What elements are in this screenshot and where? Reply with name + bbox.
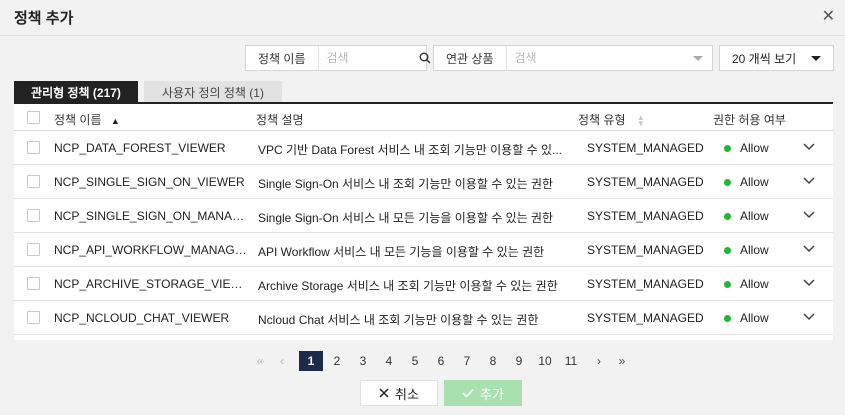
sort-asc-icon: ▲ <box>110 116 120 126</box>
expand-chevron-icon[interactable] <box>801 240 817 256</box>
column-header-name-label: 정책 이름 <box>54 113 102 127</box>
policy-type: SYSTEM_MANAGED <box>587 243 704 257</box>
table-row[interactable]: NCP_DATA_FOREST_VIEWER VPC 기반 Data Fores… <box>14 131 833 165</box>
policy-type: SYSTEM_MANAGED <box>587 175 704 189</box>
page-size-select[interactable]: 20 개씩 보기 <box>719 45 834 71</box>
column-header-desc: 정책 설명 <box>256 113 304 127</box>
policy-table: 정책 이름 ▲ 정책 설명 정책 유형 ▲ ▼ 권한 허용 여부 NCP_DATA… <box>14 102 833 340</box>
page-4[interactable]: 4 <box>377 351 401 371</box>
permission-status: Allow <box>740 175 769 189</box>
column-header-name[interactable]: 정책 이름 ▲ <box>54 111 120 128</box>
table-row[interactable]: NCP_SINGLE_SIGN_ON_MANAGER Single Sign-O… <box>14 199 833 233</box>
permission-status: Allow <box>740 311 769 325</box>
sort-icon: ▲ ▼ <box>636 112 645 128</box>
column-header-permission: 권한 허용 여부 <box>713 113 786 127</box>
policy-type: SYSTEM_MANAGED <box>587 141 704 155</box>
allow-status-dot <box>724 281 731 288</box>
next-page-button[interactable]: › <box>590 351 608 371</box>
chevron-down-icon <box>811 55 821 61</box>
expand-chevron-icon[interactable] <box>801 138 817 154</box>
column-header-type-label: 정책 유형 <box>578 113 626 127</box>
select-all-checkbox[interactable] <box>27 111 40 124</box>
row-checkbox[interactable] <box>27 243 40 256</box>
expand-chevron-icon[interactable] <box>801 308 817 324</box>
page-10[interactable]: 10 <box>533 351 557 371</box>
policy-description: API Workflow 서비스 내 모든 기능을 이용할 수 있는 권한 <box>258 245 545 259</box>
page-2[interactable]: 2 <box>325 351 349 371</box>
column-header-type[interactable]: 정책 유형 ▲ ▼ <box>578 111 645 128</box>
page-3[interactable]: 3 <box>351 351 375 371</box>
close-icon <box>379 388 389 398</box>
table-row[interactable]: NCP_NCLOUD_CHAT_VIEWER Ncloud Chat 서비스 내… <box>14 301 833 335</box>
related-product-select[interactable] <box>506 46 687 70</box>
policy-type: SYSTEM_MANAGED <box>587 277 704 291</box>
page-7[interactable]: 7 <box>455 351 479 371</box>
policy-name: NCP_SINGLE_SIGN_ON_VIEWER <box>54 175 245 189</box>
row-checkbox[interactable] <box>27 141 40 154</box>
policy-name: NCP_API_WORKFLOW_MANAGER <box>54 243 249 257</box>
allow-status-dot <box>724 315 731 322</box>
page-size-value: 20 개씩 보기 <box>732 51 797 66</box>
close-icon[interactable]: ✕ <box>822 9 835 25</box>
expand-chevron-icon[interactable] <box>801 206 817 222</box>
allow-status-dot <box>724 145 731 152</box>
row-checkbox[interactable] <box>27 209 40 222</box>
policy-name-search-input[interactable] <box>318 46 419 70</box>
chevron-down-icon[interactable] <box>687 46 709 70</box>
search-icon[interactable] <box>419 46 431 70</box>
policy-name-filter-label: 정책 이름 <box>246 46 319 70</box>
prev-page-button[interactable]: ‹ <box>273 351 291 371</box>
policy-type: SYSTEM_MANAGED <box>587 209 704 223</box>
allow-status-dot <box>724 179 731 186</box>
expand-chevron-icon[interactable] <box>801 172 817 188</box>
last-page-button[interactable]: » <box>613 351 631 371</box>
add-button-label: 추가 <box>480 386 504 402</box>
permission-status: Allow <box>740 209 769 223</box>
tab-custom-policies[interactable]: 사용자 정의 정책 (1) <box>144 81 282 103</box>
row-checkbox[interactable] <box>27 175 40 188</box>
row-checkbox[interactable] <box>27 277 40 290</box>
table-row[interactable]: NCP_API_WORKFLOW_MANAGER API Workflow 서비… <box>14 233 833 267</box>
allow-status-dot <box>724 213 731 220</box>
check-icon <box>462 388 474 398</box>
policy-type: SYSTEM_MANAGED <box>587 311 704 325</box>
tab-managed-policies[interactable]: 관리형 정책 (217) <box>14 81 138 103</box>
permission-status: Allow <box>740 243 769 257</box>
page-6[interactable]: 6 <box>429 351 453 371</box>
policy-description: Single Sign-On 서비스 내 모든 기능을 이용할 수 있는 권한 <box>258 211 554 225</box>
permission-status: Allow <box>740 277 769 291</box>
row-checkbox[interactable] <box>27 311 40 324</box>
table-row[interactable]: NCP_ARCHIVE_STORAGE_VIEWER Archive Stora… <box>14 267 833 301</box>
page-1[interactable]: 1 <box>299 351 323 371</box>
page-11[interactable]: 11 <box>559 351 583 371</box>
policy-name: NCP_ARCHIVE_STORAGE_VIEWER <box>54 277 249 291</box>
policy-description: Single Sign-On 서비스 내 조회 기능만 이용할 수 있는 권한 <box>258 177 554 191</box>
add-button[interactable]: 추가 <box>444 380 522 406</box>
permission-status: Allow <box>740 141 769 155</box>
related-product-filter: 연관 상품 <box>433 45 713 71</box>
table-header: 정책 이름 ▲ 정책 설명 정책 유형 ▲ ▼ 권한 허용 여부 <box>14 104 833 131</box>
page-5[interactable]: 5 <box>403 351 427 371</box>
policy-description: Ncloud Chat 서비스 내 조회 기능만 이용할 수 있는 권한 <box>258 313 539 327</box>
policy-name: NCP_DATA_FOREST_VIEWER <box>54 141 226 155</box>
expand-chevron-icon[interactable] <box>801 274 817 290</box>
first-page-button[interactable]: « <box>251 351 269 371</box>
dialog-header: 정책 추가 ✕ <box>0 0 845 36</box>
policy-description: VPC 기반 Data Forest 서비스 내 조회 기능만 이용할 수 있.… <box>258 143 563 157</box>
page-8[interactable]: 8 <box>481 351 505 371</box>
table-row[interactable]: NCP_SINGLE_SIGN_ON_VIEWER Single Sign-On… <box>14 165 833 199</box>
dialog-title: 정책 추가 <box>14 10 74 27</box>
page-9[interactable]: 9 <box>507 351 531 371</box>
policy-name: NCP_NCLOUD_CHAT_VIEWER <box>54 311 230 325</box>
related-product-filter-label: 연관 상품 <box>434 46 507 70</box>
cancel-button[interactable]: 취소 <box>360 380 438 406</box>
policy-name: NCP_SINGLE_SIGN_ON_MANAGER <box>54 209 249 223</box>
cancel-button-label: 취소 <box>395 386 419 402</box>
policy-name-filter: 정책 이름 <box>245 45 431 71</box>
allow-status-dot <box>724 247 731 254</box>
policy-description: Archive Storage 서비스 내 조회 기능만 이용할 수 있는 권한 <box>258 279 558 293</box>
header-divider <box>0 35 845 36</box>
